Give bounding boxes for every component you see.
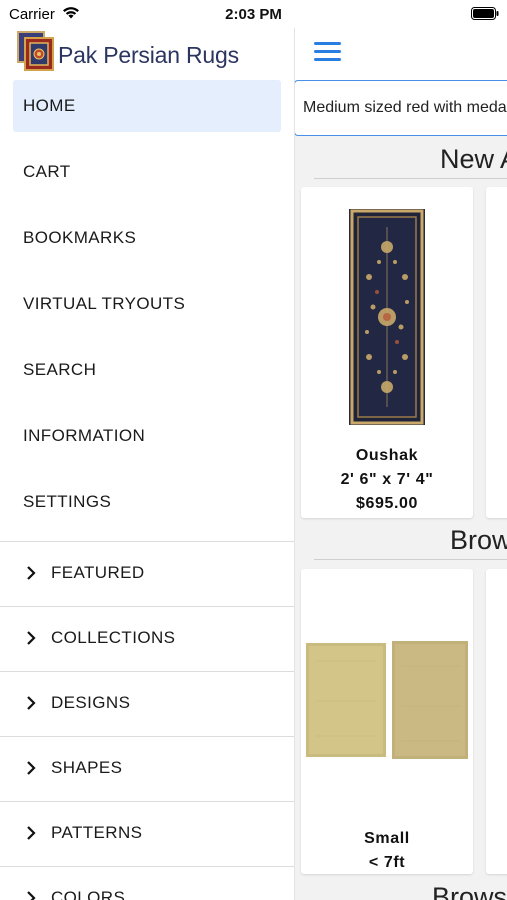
product-size: 2' 6" x 7' 4" — [340, 471, 434, 488]
main-content: Medium sized red with medallion New A Ou… — [294, 28, 507, 900]
chevron-right-icon — [27, 891, 36, 900]
section-label: COLLECTIONS — [51, 628, 176, 647]
product-name: Oushak — [355, 447, 419, 464]
section-label: FEATURED — [51, 563, 145, 582]
search-input-value: Medium sized red with medallion — [303, 99, 507, 116]
chevron-right-icon — [27, 826, 36, 840]
nav-item-settings[interactable]: SETTINGS — [13, 476, 281, 528]
section-label: COLORS — [51, 888, 126, 900]
section-colors[interactable]: COLORS — [0, 866, 294, 900]
section-designs[interactable]: DESIGNS — [0, 671, 294, 736]
browse-card-next[interactable] — [486, 569, 507, 874]
browse-card-title: Small — [364, 830, 410, 847]
chevron-right-icon — [27, 696, 36, 710]
chevron-right-icon — [27, 566, 36, 580]
browse-card-small[interactable]: Small < 7ft — [301, 569, 473, 874]
navigation-drawer: Pak Persian Rugs HOME CART BOOKMARKS VIR… — [0, 28, 295, 900]
product-price: $695.00 — [355, 495, 419, 512]
section-featured[interactable]: FEATURED — [0, 541, 294, 606]
section-title-browse-2: Brows — [314, 882, 507, 900]
status-bar: Carrier 2:03 PM — [0, 0, 507, 28]
nav-item-cart[interactable]: CART — [13, 146, 281, 198]
clock: 2:03 PM — [225, 6, 282, 23]
nav-item-home[interactable]: HOME — [13, 80, 281, 132]
product-card-next[interactable] — [486, 187, 507, 518]
rug-image — [349, 209, 425, 425]
section-title-browse: Brow — [314, 525, 507, 560]
battery-icon — [471, 7, 499, 25]
section-title-new: New A — [314, 144, 507, 179]
section-shapes[interactable]: SHAPES — [0, 736, 294, 801]
section-label: PATTERNS — [51, 823, 143, 842]
section-patterns[interactable]: PATTERNS — [0, 801, 294, 866]
rug-pair-image — [306, 641, 468, 759]
section-label: DESIGNS — [51, 693, 131, 712]
nav-item-bookmarks[interactable]: BOOKMARKS — [13, 212, 281, 264]
app-title: Pak Persian Rugs — [58, 42, 239, 68]
app-logo — [17, 31, 54, 71]
search-input[interactable]: Medium sized red with medallion — [294, 80, 507, 136]
nav-item-virtual-tryouts[interactable]: VIRTUAL TRYOUTS — [13, 278, 281, 330]
product-card[interactable]: Oushak 2' 6" x 7' 4" $695.00 — [301, 187, 473, 518]
nav-item-search[interactable]: SEARCH — [13, 344, 281, 396]
chevron-right-icon — [27, 631, 36, 645]
section-collections[interactable]: COLLECTIONS — [0, 606, 294, 671]
section-label: SHAPES — [51, 758, 123, 777]
hamburger-menu-icon[interactable] — [314, 42, 342, 64]
nav-item-information[interactable]: INFORMATION — [13, 410, 281, 462]
browse-card-subtitle: < 7ft — [368, 854, 406, 871]
chevron-right-icon — [27, 761, 36, 775]
